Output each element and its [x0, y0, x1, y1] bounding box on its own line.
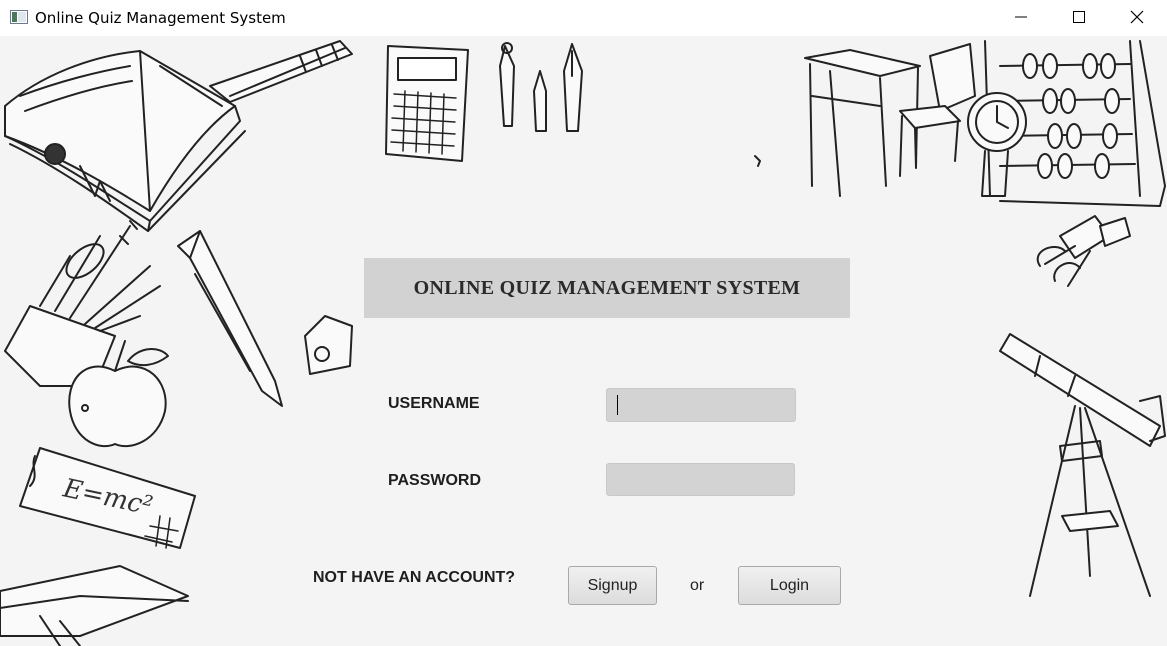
close-icon [1130, 10, 1144, 24]
signup-button[interactable]: Signup [568, 566, 657, 605]
formula-note-doodle: E=mc² [19, 447, 196, 549]
text-caret [617, 395, 618, 415]
app-window: Online Quiz Management System E=mc² ONLI… [0, 0, 1167, 646]
no-account-label: NOT HAVE AN ACCOUNT? [313, 569, 516, 586]
password-field[interactable] [606, 463, 795, 496]
username-field[interactable] [606, 388, 796, 422]
password-label: PASSWORD [388, 472, 482, 489]
closed-book-doodle [0, 565, 189, 646]
minimize-button[interactable] [992, 0, 1050, 34]
page-title: ONLINE QUIZ MANAGEMENT SYSTEM [413, 276, 801, 299]
username-label: USERNAME [388, 395, 480, 412]
pencil-doodle [177, 230, 283, 407]
binder-clips-doodle [1036, 215, 1131, 287]
sharpener-doodle [304, 315, 353, 375]
pencil-cup-doodle [4, 220, 161, 387]
telescope-doodle [999, 333, 1166, 597]
background-doodles: E=mc² [0, 40, 1166, 646]
clock-doodle [967, 92, 1027, 197]
heading-banner: ONLINE QUIZ MANAGEMENT SYSTEM [364, 258, 850, 318]
minimize-icon [1015, 16, 1027, 18]
desk-chair-doodle [804, 43, 976, 197]
pens-doodle [499, 42, 583, 132]
title-bar: Online Quiz Management System [0, 0, 1167, 36]
login-button[interactable]: Login [738, 566, 841, 605]
main-content: E=mc² ONLINE QUIZ MANAGEMENT SYSTEM USER… [0, 36, 1167, 646]
java-app-icon [10, 10, 28, 24]
open-book-doodle [4, 50, 246, 232]
maximize-icon [1073, 11, 1085, 23]
close-button[interactable] [1108, 0, 1166, 34]
small-mark-doodle [754, 155, 761, 167]
maximize-button[interactable] [1050, 0, 1108, 34]
calculator-doodle [385, 45, 469, 162]
window-title: Online Quiz Management System [35, 9, 286, 27]
knife-doodle [209, 40, 353, 103]
or-text: or [690, 577, 705, 594]
